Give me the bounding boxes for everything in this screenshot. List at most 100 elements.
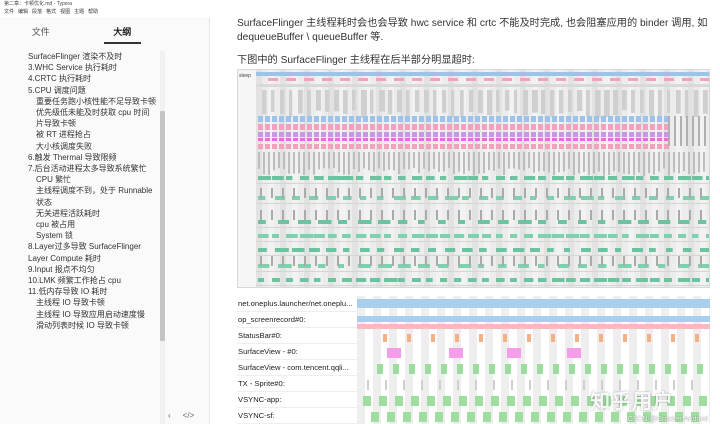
trace-slice <box>612 256 614 266</box>
outline-item[interactable]: 6.触发 Thermal 导致限频 <box>0 152 160 163</box>
trace-slice <box>667 90 671 113</box>
trace-slice <box>413 152 415 169</box>
trace-slice <box>307 124 312 130</box>
trace-slice <box>550 90 555 117</box>
trace-slice <box>335 116 340 122</box>
outline-item[interactable]: 主线程 IO 导致卡顿 <box>0 297 160 308</box>
chevron-left-icon[interactable]: ‹ <box>168 411 171 420</box>
trace-slice <box>629 144 634 149</box>
trace-slice <box>628 152 630 175</box>
outline-item[interactable]: 10.LMK 频繁工作抢占 cpu <box>0 275 160 286</box>
trace-slice <box>398 138 403 141</box>
trace-slice <box>545 124 550 130</box>
trace-slice <box>689 256 691 266</box>
paragraph: 下图中的 SurfaceFlinger 主线程在后半部分明显超时: <box>237 55 475 66</box>
outline-item[interactable]: 滑动列表时候 IO 导致卡顿 <box>0 320 160 331</box>
trace-slice <box>608 138 613 141</box>
trace-slice <box>321 132 326 137</box>
outline-item[interactable]: SurfaceFlinger 渲染不及时 <box>0 51 160 62</box>
trace-slice <box>447 138 452 141</box>
menu-item[interactable]: 文件 <box>4 8 14 17</box>
outline-item[interactable]: cpu 被占用 <box>0 219 160 230</box>
outline-item[interactable]: 9.Input 报点不均匀 <box>0 264 160 275</box>
vsync-slice <box>523 396 531 406</box>
trace-slice <box>286 144 291 149</box>
menu-item[interactable]: 编辑 <box>18 8 28 17</box>
trace-slice <box>523 90 529 116</box>
trace-slice <box>448 152 450 169</box>
trace-slice <box>360 248 370 252</box>
outline-item[interactable]: 被 RT 进程抢占 <box>0 129 160 140</box>
trace-slice <box>645 188 647 198</box>
trace-slice <box>552 138 557 141</box>
trace-slice <box>538 78 548 81</box>
trace-slice <box>524 234 534 238</box>
trace-slice <box>618 152 620 172</box>
trace-slice <box>272 132 277 137</box>
menu-item[interactable]: 主题 <box>74 8 84 17</box>
trace-slice <box>340 78 350 81</box>
outline-item[interactable]: 重要任务跑小核性能不足导致卡顿 <box>0 96 160 107</box>
tab-outline[interactable]: 大纲 <box>82 24 164 54</box>
outline-item[interactable]: 7.后台活动进程太多导致系统繁忙 <box>0 163 160 174</box>
sidebar: 文件 大纲 SurfaceFlinger 渲染不及时 3.WHC Service … <box>0 17 210 424</box>
sidebar-footer: ‹ </> <box>0 406 209 424</box>
trace-slice <box>469 210 471 220</box>
trace-slice <box>398 116 403 122</box>
trace-slice <box>436 210 438 220</box>
trace-slice <box>353 152 355 170</box>
trace-slice <box>513 210 515 220</box>
trace-slice <box>496 248 507 252</box>
systrace-screenshot: sleep <box>237 69 710 288</box>
trace-slice <box>466 78 476 81</box>
trace-slice <box>482 124 487 130</box>
outline-item[interactable]: CPU 繁忙 <box>0 174 160 185</box>
trace-slice <box>304 188 306 198</box>
scrollbar-thumb[interactable] <box>160 111 165 341</box>
trace-slice <box>538 264 545 268</box>
outline-item[interactable]: 11.低内存导致 IO 耗时 <box>0 286 160 297</box>
trace-slice <box>356 176 364 180</box>
outline-item[interactable]: 无关进程活跃耗时 <box>0 208 160 219</box>
trace-slice <box>524 132 529 137</box>
trace-slice <box>692 278 701 282</box>
layer-slice <box>383 334 387 342</box>
menu-item[interactable]: 格式 <box>46 8 56 17</box>
outline-item[interactable]: 5.CPU 调度问题 <box>0 85 160 96</box>
trace-slice <box>356 234 367 238</box>
outline-item[interactable]: 4.CRTC 执行耗时 <box>0 73 160 84</box>
trace-slice <box>510 278 517 282</box>
outline-item[interactable]: 主线程 IO 导致应用启动速度慢 <box>0 309 160 320</box>
tab-files[interactable]: 文件 <box>0 24 82 54</box>
trace-slice <box>518 152 520 170</box>
trace-slice <box>587 124 592 130</box>
outline-item[interactable]: 8.Layer过多导致 SurfaceFlinger Layer Compute… <box>0 241 160 263</box>
trace-slice <box>594 176 605 180</box>
vsync-slice <box>387 412 395 422</box>
trace-slice <box>405 124 410 130</box>
outline-item[interactable]: 主线程调度不到，处于 Runnable 状态 <box>0 185 160 207</box>
layer-slice <box>633 364 639 374</box>
trace-slice <box>282 210 284 220</box>
code-icon[interactable]: </> <box>183 411 195 420</box>
layer-slice <box>421 380 423 390</box>
outline-item[interactable]: 3.WHC Service 执行耗时 <box>0 62 160 73</box>
trace-slice <box>356 144 361 149</box>
outline-item[interactable]: 大小核调度失败 <box>0 141 160 152</box>
menu-item[interactable]: 帮助 <box>88 8 98 17</box>
trace-slice <box>322 78 332 81</box>
menu-item[interactable]: 段落 <box>32 8 42 17</box>
trace-slice <box>468 124 473 130</box>
outline-item[interactable]: 优先级低未能及时获取 cpu 时间片导致卡顿 <box>0 107 160 129</box>
trace-slice <box>258 220 266 224</box>
trace-slice <box>580 176 594 180</box>
trace-slice <box>275 248 289 252</box>
menu-item[interactable]: 视图 <box>60 8 70 17</box>
outline-item[interactable]: System 锁 <box>0 230 160 241</box>
trace-slice <box>489 144 494 149</box>
trace-slice <box>447 188 449 198</box>
trace-slice <box>493 152 495 171</box>
outline-scrollbar[interactable] <box>160 51 165 424</box>
trace-slice <box>258 152 260 170</box>
vsync-slice <box>699 396 707 406</box>
